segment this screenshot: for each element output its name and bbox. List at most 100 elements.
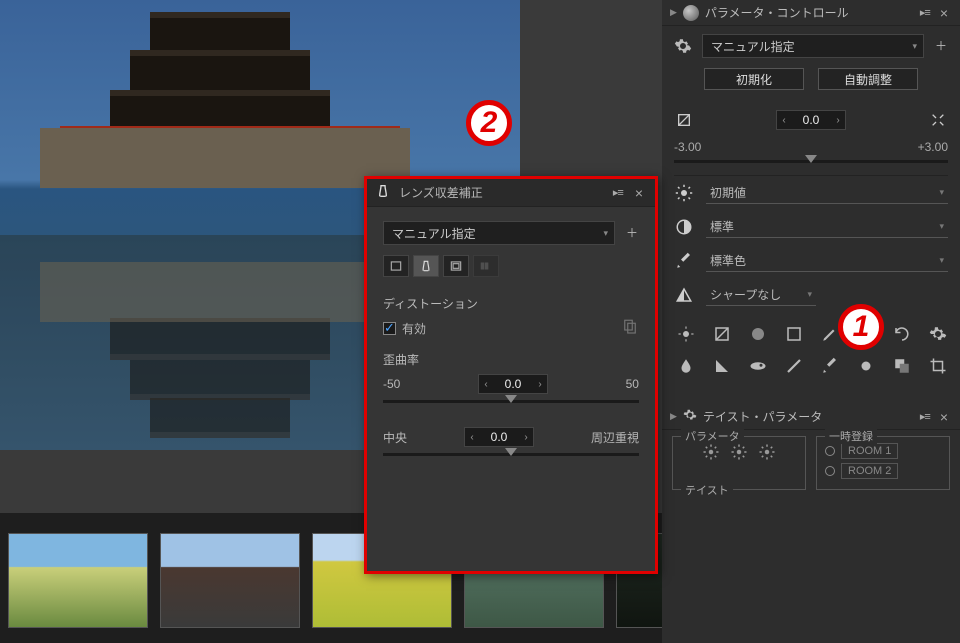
temp-group-title: 一時登録 — [825, 428, 877, 444]
copy-settings-icon[interactable] — [621, 318, 639, 339]
center-label-right: 周辺重視 — [591, 429, 639, 446]
expand-icon[interactable] — [928, 110, 948, 130]
brightness-icon — [674, 183, 694, 203]
chevron-down-icon: ▾ — [939, 221, 944, 232]
chevron-down-icon: ▾ — [939, 187, 944, 198]
taste-parameter-header[interactable]: ▶ テイスト・パラメータ ▸≡ × — [662, 404, 960, 430]
gear-icon[interactable] — [730, 443, 748, 461]
increase-button[interactable]: › — [519, 432, 533, 443]
lens-preset-dropdown[interactable]: マニュアル指定 ▾ — [383, 221, 615, 245]
sharp-dropdown[interactable]: シャープなし ▾ — [706, 284, 816, 306]
center-spinner[interactable]: ‹ 0.0 › — [464, 427, 534, 447]
curvature-label: 歪曲率 — [383, 351, 639, 368]
room1-radio[interactable] — [825, 446, 835, 456]
center-value: 0.0 — [479, 430, 519, 444]
drop-tool-icon[interactable] — [674, 354, 698, 378]
enable-label: 有効 — [402, 320, 426, 337]
preset-dropdown[interactable]: マニュアル指定 ▾ — [702, 34, 924, 58]
lens-panel-header[interactable]: レンズ収差補正 ▸≡ × — [367, 179, 655, 207]
exposure-min: -3.00 — [674, 140, 701, 154]
room1-button[interactable]: ROOM 1 — [841, 443, 898, 459]
line-tool-icon[interactable] — [782, 354, 806, 378]
tone-dropdown[interactable]: 標準 ▾ — [706, 216, 948, 238]
wb-value: 初期値 — [710, 184, 746, 201]
panel-menu-icon[interactable]: ▸≡ — [920, 6, 930, 19]
center-slider[interactable] — [383, 453, 639, 456]
decrease-button[interactable]: ‹ — [777, 115, 791, 126]
taste-title: テイスト・パラメータ — [703, 408, 822, 425]
panel-menu-icon[interactable]: ▸≡ — [920, 410, 930, 423]
panel-menu-icon[interactable]: ▸≡ — [613, 186, 623, 199]
mode-distortion-button[interactable] — [413, 255, 439, 277]
thumbnail[interactable] — [8, 533, 148, 628]
color-value: 標準色 — [710, 252, 746, 269]
mode-chromatic-button[interactable] — [443, 255, 469, 277]
decrease-button[interactable]: ‹ — [479, 379, 493, 390]
increase-button[interactable]: › — [533, 379, 547, 390]
parameter-control-header[interactable]: ▶ パラメータ・コントロール ▸≡ × — [662, 0, 960, 26]
expand-icon[interactable]: ▶ — [670, 7, 677, 18]
init-button[interactable]: 初期化 — [704, 68, 804, 90]
parameter-group-title: パラメータ — [681, 428, 744, 444]
brush-tool-icon[interactable] — [818, 354, 842, 378]
add-preset-button[interactable]: ＋ — [934, 39, 948, 53]
curvature-max: 50 — [626, 377, 639, 391]
gear-icon[interactable] — [674, 37, 692, 55]
overlay-tool-icon[interactable] — [890, 354, 914, 378]
add-preset-button[interactable]: ＋ — [625, 226, 639, 240]
decrease-button[interactable]: ‹ — [465, 432, 479, 443]
temp-register-group: 一時登録 ROOM 1 ROOM 2 — [816, 436, 950, 490]
center-label-left: 中央 — [383, 429, 407, 446]
spot-tool-icon[interactable] — [854, 354, 878, 378]
grayscale-tool-icon[interactable] — [782, 322, 806, 346]
preview-content — [40, 0, 380, 200]
chevron-down-icon: ▾ — [807, 289, 812, 300]
chevron-down-icon: ▾ — [912, 41, 917, 52]
lens-aberration-panel: レンズ収差補正 ▸≡ × マニュアル指定 ▾ ＋ ディス — [364, 176, 658, 574]
taste-group-title: テイスト — [681, 482, 733, 498]
contrast-icon — [674, 217, 694, 237]
distortion-section-label: ディストーション — [383, 295, 639, 312]
tone-tool-icon[interactable] — [710, 322, 734, 346]
undo-tool-icon[interactable] — [890, 322, 914, 346]
settings-tool-icon[interactable] — [926, 322, 950, 346]
blur-tool-icon[interactable] — [746, 322, 770, 346]
expand-icon[interactable]: ▶ — [670, 411, 677, 422]
color-dropdown[interactable]: 標準色 ▾ — [706, 250, 948, 272]
exposure-slider[interactable] — [674, 160, 948, 163]
annotation-badge-1: 1 — [838, 304, 884, 350]
brush-icon — [674, 251, 694, 271]
sharpen-icon — [674, 285, 694, 305]
auto-adjust-button[interactable]: 自動調整 — [818, 68, 918, 90]
parameter-control-title: パラメータ・コントロール — [705, 4, 849, 21]
curvature-slider[interactable] — [383, 400, 639, 403]
increase-button[interactable]: › — [831, 115, 845, 126]
gear-icon — [683, 408, 697, 425]
gear-icon[interactable] — [702, 443, 720, 461]
highlight-tool-icon[interactable] — [674, 322, 698, 346]
mode-shading-button[interactable] — [383, 255, 409, 277]
exposure-spinner[interactable]: ‹ 0.0 › — [776, 110, 846, 130]
curvature-value: 0.0 — [493, 377, 533, 391]
exposure-block: ‹ 0.0 › -3.00 +3.00 — [674, 106, 948, 176]
preset-value: マニュアル指定 — [711, 38, 795, 55]
close-icon[interactable]: × — [936, 409, 952, 425]
thumbnail[interactable] — [160, 533, 300, 628]
fisheye-tool-icon[interactable] — [746, 354, 770, 378]
wb-dropdown[interactable]: 初期値 ▾ — [706, 182, 948, 204]
close-icon[interactable]: × — [936, 5, 952, 21]
triangle-tool-icon[interactable] — [710, 354, 734, 378]
close-icon[interactable]: × — [631, 185, 647, 201]
crop-tool-icon[interactable] — [926, 354, 950, 378]
room2-radio[interactable] — [825, 466, 835, 476]
mode-color-shade-button[interactable] — [473, 255, 499, 277]
tool-grid — [674, 312, 948, 388]
curvature-min: -50 — [383, 377, 400, 391]
exposure-icon — [674, 110, 694, 130]
curvature-spinner[interactable]: ‹ 0.0 › — [478, 374, 548, 394]
room2-button[interactable]: ROOM 2 — [841, 463, 898, 479]
enable-checkbox[interactable] — [383, 322, 396, 335]
swirl-icon — [683, 5, 699, 21]
gear-icon[interactable] — [758, 443, 776, 461]
exposure-max: +3.00 — [918, 140, 948, 154]
